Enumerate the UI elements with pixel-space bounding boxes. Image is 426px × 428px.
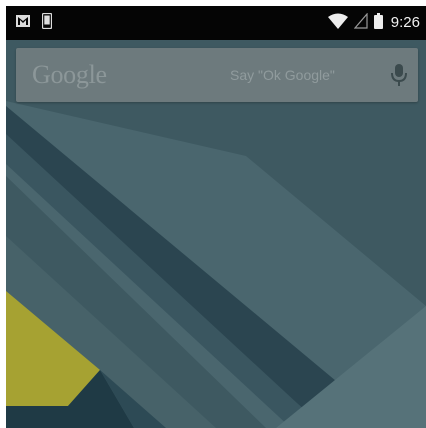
microphone-icon[interactable]: [388, 62, 410, 88]
phone-notification-icon[interactable]: [41, 12, 53, 34]
notification-icons: [16, 12, 53, 34]
home-screen: 9:26 Google Say "Ok Google": [0, 0, 426, 428]
status-bar: 9:26: [6, 6, 426, 40]
battery-icon: [373, 12, 383, 34]
status-time: 9:26: [390, 14, 420, 31]
cell-signal-icon: [353, 11, 368, 34]
voice-search-hint: Say "Ok Google": [230, 67, 335, 83]
google-logo[interactable]: Google: [32, 60, 107, 90]
wifi-icon: [327, 13, 348, 34]
system-icons: 9:26: [327, 11, 420, 34]
google-search-widget[interactable]: Google Say "Ok Google": [16, 48, 418, 102]
gmail-notification-icon[interactable]: [16, 14, 30, 32]
